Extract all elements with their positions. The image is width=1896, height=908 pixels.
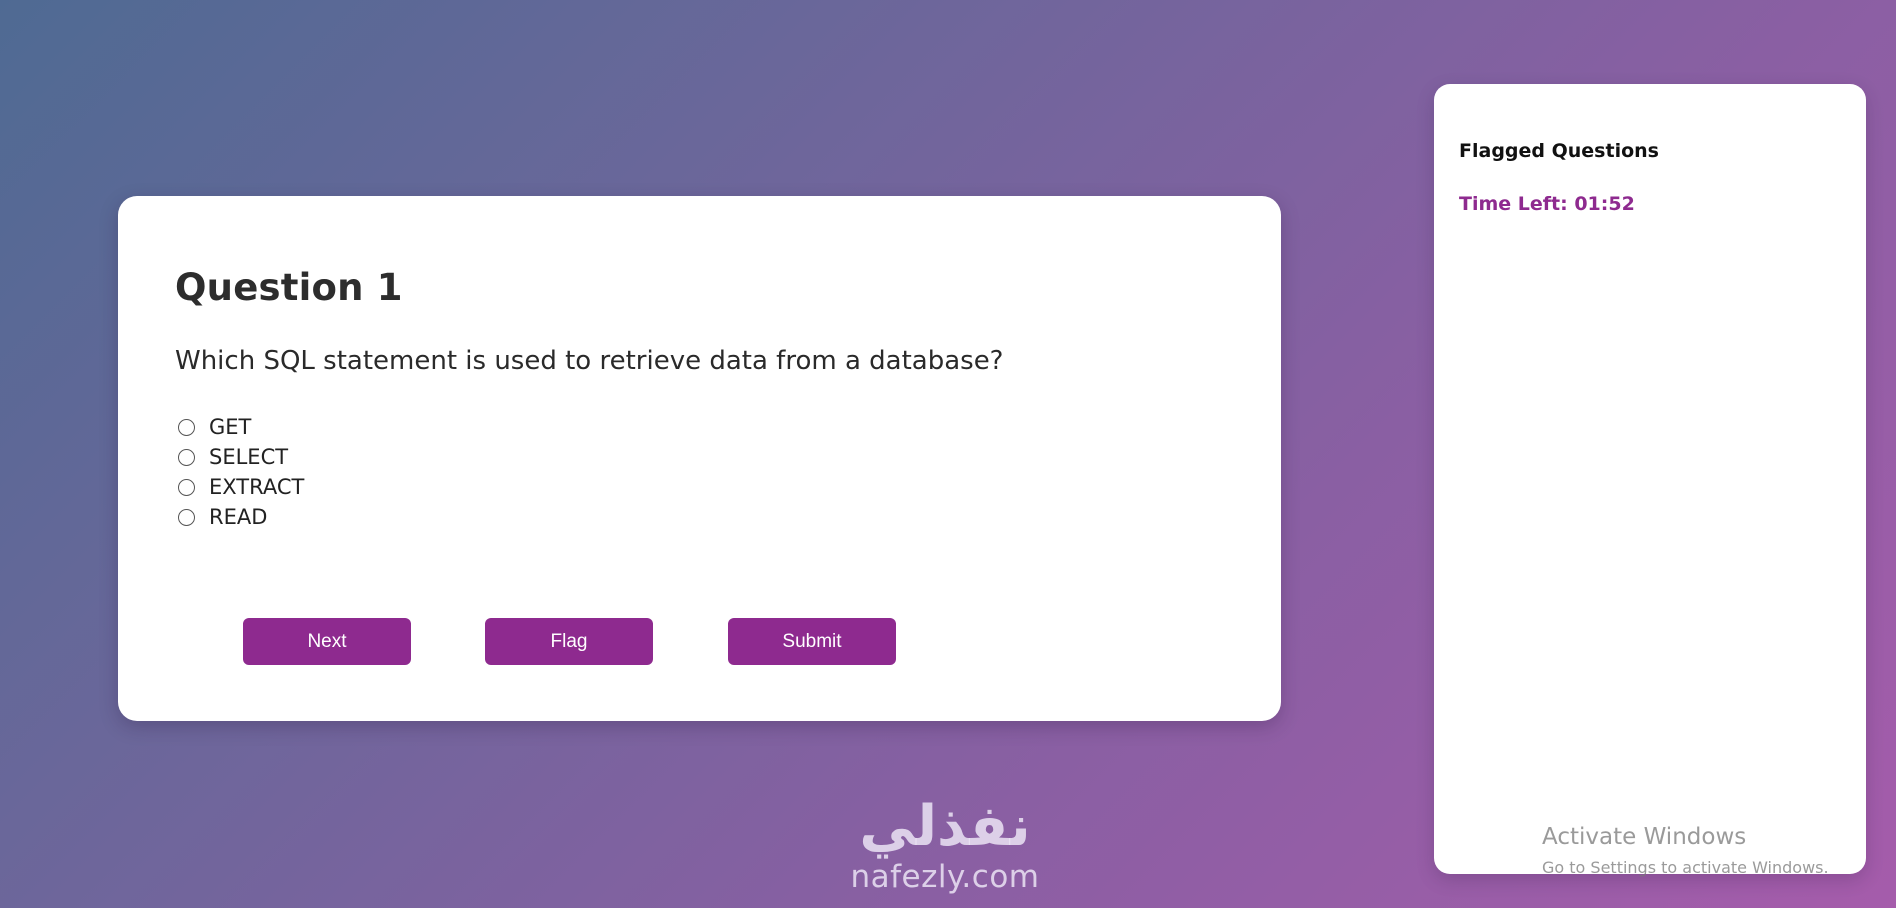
radio-button-icon[interactable] xyxy=(178,508,195,526)
option-extract[interactable]: EXTRACT xyxy=(178,472,304,502)
quiz-card: Question 1 Which SQL statement is used t… xyxy=(118,196,1281,721)
time-left-timer: Time Left: 01:52 xyxy=(1459,193,1635,215)
option-label[interactable]: READ xyxy=(209,505,267,529)
option-label[interactable]: GET xyxy=(209,415,251,439)
activate-windows-notice: Activate Windows Go to Settings to activ… xyxy=(1542,822,1829,880)
radio-button-icon[interactable] xyxy=(178,478,195,496)
radio-button-icon[interactable] xyxy=(178,448,195,466)
flagged-questions-panel: Flagged Questions Time Left: 01:52 xyxy=(1434,84,1866,874)
radio-button-icon[interactable] xyxy=(178,418,195,436)
question-title: Question 1 xyxy=(175,266,403,309)
flagged-questions-title: Flagged Questions xyxy=(1459,140,1659,162)
logo-domain-text: nafezly.com xyxy=(850,859,1040,895)
option-label[interactable]: SELECT xyxy=(209,445,288,469)
nafezly-logo: نفذلي nafezly.com xyxy=(835,795,1055,905)
option-select[interactable]: SELECT xyxy=(178,442,304,472)
option-get[interactable]: GET xyxy=(178,412,304,442)
next-button[interactable]: Next xyxy=(243,618,411,665)
submit-button[interactable]: Submit xyxy=(728,618,896,665)
option-label[interactable]: EXTRACT xyxy=(209,475,304,499)
question-text: Which SQL statement is used to retrieve … xyxy=(175,346,1004,376)
flag-button[interactable]: Flag xyxy=(485,618,653,665)
option-read[interactable]: READ xyxy=(178,502,304,532)
activate-windows-title: Activate Windows xyxy=(1542,824,1747,850)
answer-options: GET SELECT EXTRACT READ xyxy=(178,412,304,532)
logo-arabic-text: نفذلي xyxy=(859,794,1031,859)
activate-windows-subtitle: Go to Settings to activate Windows. xyxy=(1542,858,1829,877)
